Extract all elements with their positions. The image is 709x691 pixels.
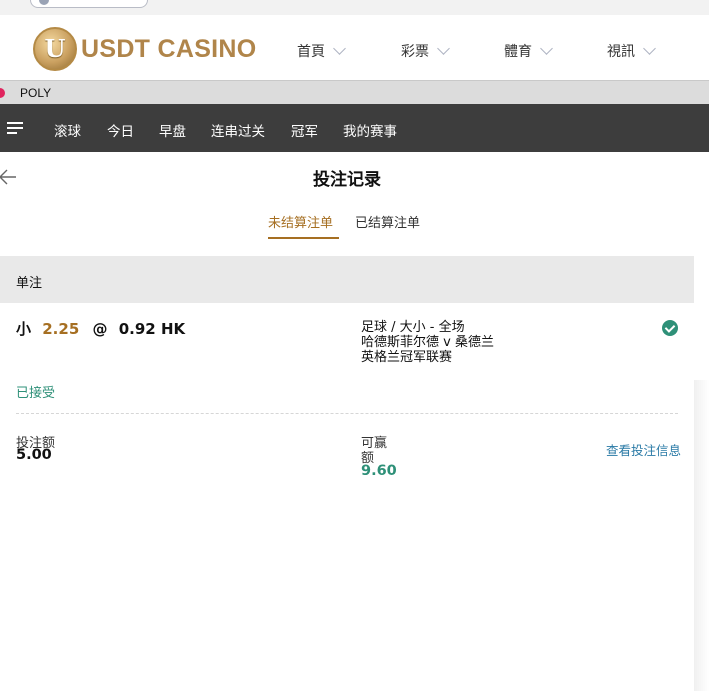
nav-item-live[interactable]: 視訊 — [607, 41, 656, 61]
nav-item-label: 彩票 — [401, 44, 429, 60]
sports-nav: 滚球 今日 早盘 连串过关 冠军 我的赛事 — [0, 104, 709, 152]
sports-tab-early[interactable]: 早盘 — [159, 120, 186, 140]
active-tab-indicator — [268, 237, 339, 239]
sports-tab-parlay[interactable]: 连串过关 — [211, 120, 265, 140]
sports-tab-live[interactable]: 滚球 — [54, 120, 81, 140]
nav-item-lottery[interactable]: 彩票 — [401, 41, 450, 61]
nav-item-sports[interactable]: 體育 — [504, 41, 553, 61]
chevron-down-icon — [437, 42, 450, 55]
sports-tab-outright[interactable]: 冠军 — [291, 120, 318, 140]
sports-tab-today[interactable]: 今日 — [107, 120, 134, 140]
stake-value: 5.00 — [16, 447, 52, 463]
chevron-down-icon — [643, 42, 656, 55]
nav-item-label: 首頁 — [297, 44, 325, 60]
menu-icon[interactable] — [7, 122, 23, 134]
main-nav: 首頁 彩票 體育 視訊 — [0, 15, 709, 79]
panel-edge-shadow — [694, 380, 709, 691]
provider-label: POLY — [20, 86, 52, 100]
chevron-down-icon — [333, 42, 346, 55]
bet-market-info: 足球 / 大小 - 全场 哈德斯菲尔德 v 桑德兰 英格兰冠军联赛 — [361, 320, 494, 365]
section-header: 单注 — [0, 256, 694, 303]
site-header: USDT CASINO 首頁 彩票 體育 視訊 — [0, 15, 709, 79]
tab-unsettled[interactable]: 未结算注单 — [268, 212, 333, 231]
section-title: 单注 — [16, 276, 43, 291]
provider-dot-icon — [0, 88, 5, 98]
bet-at: @ — [92, 320, 108, 338]
view-bet-details-link[interactable]: 查看投注信息 — [606, 440, 681, 459]
top-pill-button[interactable] — [30, 0, 148, 8]
bet-odds: 0.92 HK — [118, 320, 186, 338]
nav-item-home[interactable]: 首頁 — [297, 41, 346, 61]
check-circle-icon — [662, 320, 678, 336]
page-title: 投注记录 — [313, 170, 381, 190]
bet-match: 哈德斯菲尔德 v 桑德兰 — [361, 335, 494, 350]
bet-market: 足球 / 大小 - 全场 — [361, 320, 465, 335]
chevron-down-icon — [540, 42, 553, 55]
nav-item-label: 體育 — [504, 44, 532, 60]
bet-league: 英格兰冠军联赛 — [361, 350, 453, 365]
nav-item-label: 視訊 — [607, 44, 635, 60]
tab-settled[interactable]: 已结算注单 — [355, 212, 420, 231]
bet-line: 2.25 — [42, 320, 80, 338]
browser-top-strip — [0, 0, 709, 15]
divider — [16, 413, 678, 414]
win-value: 9.60 — [361, 463, 397, 479]
bet-status: 已接受 — [16, 386, 56, 401]
sports-tab-my-events[interactable]: 我的赛事 — [343, 120, 397, 140]
bet-pick: 小 — [16, 320, 32, 338]
provider-bar: POLY — [0, 80, 709, 104]
bet-selection: 小 2.25 @ 0.92 HK — [16, 318, 185, 339]
